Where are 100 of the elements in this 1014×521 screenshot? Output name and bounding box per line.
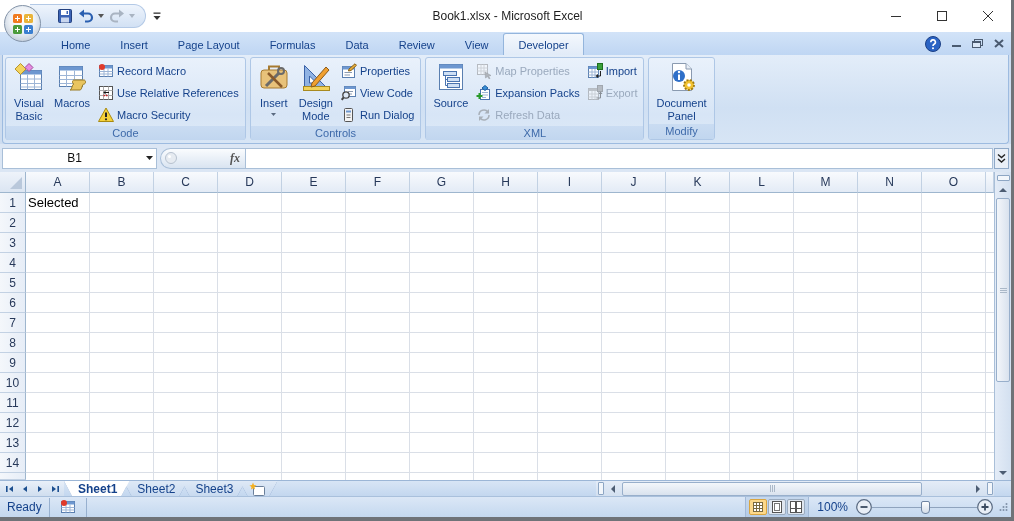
ribbon-button[interactable]: Properties xyxy=(339,60,417,82)
resize-grip-icon[interactable] xyxy=(998,502,1008,512)
status-text: Ready xyxy=(6,500,43,514)
ribbon-button[interactable]: Insert xyxy=(254,60,293,116)
row-header[interactable]: 11 xyxy=(0,393,26,413)
grid-view-icon[interactable] xyxy=(749,499,768,515)
row-header[interactable]: 9 xyxy=(0,353,26,373)
split-handle[interactable] xyxy=(996,175,1010,181)
ribbon-tab[interactable]: Developer xyxy=(503,33,584,55)
scroll-thumb[interactable] xyxy=(622,481,922,496)
expand-chevron-icon[interactable] xyxy=(994,147,1009,169)
ribbon-tab[interactable]: Page Layout xyxy=(162,33,255,55)
row-header[interactable]: 2 xyxy=(0,213,26,233)
row-header[interactable]: 4 xyxy=(0,253,26,273)
ribbon-button[interactable]: Source xyxy=(430,60,472,110)
column-header[interactable]: G xyxy=(410,172,474,193)
row-header[interactable]: 6 xyxy=(0,293,26,313)
column-header[interactable]: N xyxy=(858,172,922,193)
close-icon[interactable] xyxy=(983,11,993,21)
ribbon-button[interactable]: View Code xyxy=(339,82,417,104)
ribbon-button[interactable]: Document Panel xyxy=(653,60,710,123)
ribbon-button[interactable]: Visual Basic xyxy=(10,60,48,123)
restore-icon[interactable] xyxy=(972,39,983,48)
warning-icon xyxy=(98,107,115,123)
grid-arrow-icon xyxy=(98,85,115,101)
row-header[interactable]: 12 xyxy=(0,413,26,433)
column-header[interactable]: I xyxy=(538,172,602,193)
split-handle[interactable] xyxy=(598,482,604,495)
caret-icon[interactable] xyxy=(98,14,104,18)
row-header[interactable]: 14 xyxy=(0,453,26,473)
row-header[interactable]: 8 xyxy=(0,333,26,353)
new-sheet-icon xyxy=(249,481,266,496)
row-header[interactable]: 7 xyxy=(0,313,26,333)
column-header[interactable]: F xyxy=(346,172,410,193)
grid-pointer-icon xyxy=(476,63,493,79)
column-header[interactable]: K xyxy=(666,172,730,193)
help-icon[interactable] xyxy=(925,35,941,52)
page-view-icon[interactable] xyxy=(768,499,787,515)
column-header[interactable]: L xyxy=(730,172,794,193)
column-header[interactable]: C xyxy=(154,172,218,193)
maximize-icon[interactable] xyxy=(937,11,947,21)
column-header[interactable]: M xyxy=(794,172,858,193)
ribbon-tab[interactable]: View xyxy=(449,33,504,55)
formula-input[interactable] xyxy=(245,147,993,169)
group-label: Modify xyxy=(649,124,714,139)
zoom-in-icon[interactable] xyxy=(977,499,993,515)
column-header[interactable]: B xyxy=(90,172,154,193)
ribbon-tab[interactable]: Insert xyxy=(105,33,163,55)
row-header[interactable]: 3 xyxy=(0,233,26,253)
ribbon-button[interactable]: Import xyxy=(584,60,640,82)
scroll-thumb[interactable] xyxy=(996,198,1010,382)
ribbon-tab[interactable]: Formulas xyxy=(254,33,331,55)
group-label: Code xyxy=(6,126,245,140)
zoom-out-icon[interactable] xyxy=(856,499,872,515)
row-header[interactable]: 13 xyxy=(0,433,26,453)
ribbon-button[interactable]: Run Dialog xyxy=(339,104,417,126)
last-sheet-icon[interactable] xyxy=(50,483,60,494)
vertical-scrollbar[interactable] xyxy=(994,172,1011,480)
ribbon-tab[interactable]: Data xyxy=(330,33,384,55)
name-box[interactable]: B1 xyxy=(2,147,157,169)
round-handle-icon[interactable] xyxy=(165,152,177,164)
column-header[interactable]: E xyxy=(282,172,346,193)
sheet-tab[interactable]: Sheet1 xyxy=(64,481,130,496)
undo-icon[interactable] xyxy=(78,8,94,24)
ribbon-button[interactable]: Macros xyxy=(51,60,94,110)
package-plus-icon xyxy=(476,85,493,101)
ribbon-tab[interactable]: Review xyxy=(383,33,450,55)
ribbon-tab[interactable]: Home xyxy=(46,33,106,55)
table-export-icon xyxy=(586,85,603,101)
window-title: Book1.xlsx - Microsoft Excel xyxy=(431,9,583,23)
ribbon-button[interactable]: Use Relative References xyxy=(96,82,241,104)
insert-function-button[interactable]: fx xyxy=(230,150,240,166)
column-header[interactable]: D xyxy=(218,172,282,193)
row-header[interactable]: 5 xyxy=(0,273,26,293)
table-record-icon[interactable] xyxy=(59,499,76,515)
ribbon-button[interactable]: Macro Security xyxy=(96,104,241,126)
column-header[interactable]: J xyxy=(602,172,666,193)
zoom-level[interactable]: 100% xyxy=(817,500,848,514)
table-cell-text: Selected xyxy=(27,194,80,212)
window-magnifier-icon xyxy=(341,85,357,101)
ribbon-button[interactable]: Design Mode xyxy=(295,60,336,123)
group-label: Controls xyxy=(250,126,421,140)
table-record-icon xyxy=(98,63,115,79)
row-header[interactable]: 1 xyxy=(0,193,26,213)
slider-thumb[interactable] xyxy=(920,500,930,514)
column-header[interactable]: H xyxy=(474,172,538,193)
office-logo-icon xyxy=(11,12,34,35)
row-header[interactable]: 10 xyxy=(0,373,26,393)
column-header[interactable]: A xyxy=(26,172,90,193)
column-header[interactable]: O xyxy=(922,172,986,193)
split-page-icon[interactable] xyxy=(787,499,806,515)
table-import-icon xyxy=(586,63,603,79)
first-sheet-icon[interactable] xyxy=(5,483,15,494)
ribbon-button[interactable]: Record Macro xyxy=(96,60,241,82)
customize-caret-icon[interactable] xyxy=(153,11,161,21)
split-handle[interactable] xyxy=(987,482,993,495)
ribbon-button[interactable]: Expansion Packs xyxy=(474,82,582,104)
horizontal-scrollbar[interactable] xyxy=(596,481,994,496)
refresh-icon xyxy=(476,107,493,123)
zoom-slider[interactable] xyxy=(872,500,977,514)
